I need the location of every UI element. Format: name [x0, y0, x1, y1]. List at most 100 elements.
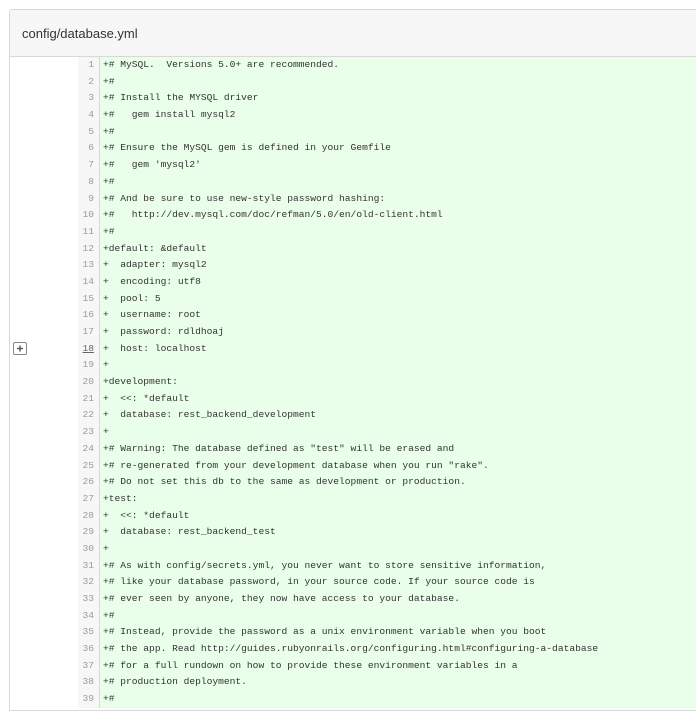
comment-gutter [10, 307, 38, 324]
line-number[interactable]: 6 [78, 140, 99, 158]
line-number[interactable]: 34 [78, 607, 99, 625]
comment-gutter [10, 391, 38, 408]
line-number[interactable]: 1 [78, 57, 99, 74]
comment-gutter [10, 341, 38, 358]
line-number[interactable]: 9 [78, 190, 99, 208]
line-number[interactable]: 14 [78, 273, 99, 291]
old-line-number [38, 658, 78, 675]
line-number[interactable]: 32 [78, 574, 99, 591]
comment-gutter [10, 107, 38, 124]
comment-gutter [10, 558, 38, 575]
line-number[interactable]: 19 [78, 357, 99, 375]
line-number[interactable]: 3 [78, 90, 99, 108]
diff-line: 24 +# Warning: The database defined as "t… [10, 440, 696, 458]
diff-line: 18 + host: localhost [10, 340, 696, 358]
comment-gutter [10, 90, 38, 107]
line-number[interactable]: 4 [78, 107, 99, 124]
comment-gutter [10, 157, 38, 174]
line-number[interactable]: 29 [78, 524, 99, 541]
comment-gutter [10, 407, 38, 424]
line-number[interactable]: 27 [78, 490, 99, 508]
old-line-number [38, 157, 78, 174]
old-line-number [38, 591, 78, 608]
comment-gutter [10, 624, 38, 641]
diff-line: 8 +# [10, 173, 696, 191]
old-line-number [38, 191, 78, 208]
comment-gutter [10, 458, 38, 475]
comment-gutter [10, 374, 38, 391]
old-line-number [38, 541, 78, 558]
code-line: + pool: 5 [99, 290, 696, 308]
line-number[interactable]: 7 [78, 157, 99, 174]
line-number[interactable]: 22 [78, 407, 99, 425]
file-path[interactable]: config/database.yml [22, 26, 138, 41]
diff-line: 20 +development: [10, 374, 696, 391]
code-line: + [99, 424, 696, 441]
diff-line: 15 + pool: 5 [10, 290, 696, 308]
code-line: +# And be sure to use new-style password… [99, 190, 696, 208]
line-number[interactable]: 33 [78, 591, 99, 608]
line-number[interactable]: 21 [78, 390, 99, 408]
line-number[interactable]: 35 [78, 624, 99, 642]
comment-gutter [10, 541, 38, 558]
diff-line: 11 +# [10, 223, 696, 241]
line-number[interactable]: 8 [78, 173, 99, 191]
code-line: +# [99, 173, 696, 191]
diff-line: 28 + <<: *default [10, 507, 696, 525]
code-line: +# the app. Read http://guides.rubyonrai… [99, 641, 696, 658]
comment-gutter [10, 224, 38, 241]
comment-gutter [10, 357, 38, 374]
code-line: +development: [99, 374, 696, 391]
code-line: + adapter: mysql2 [99, 257, 696, 274]
line-number[interactable]: 18 [78, 340, 99, 358]
comment-gutter [10, 574, 38, 591]
line-number[interactable]: 31 [78, 557, 99, 575]
line-number[interactable]: 2 [78, 73, 99, 91]
line-number[interactable]: 11 [78, 223, 99, 241]
line-number[interactable]: 10 [78, 207, 99, 224]
old-line-number [38, 574, 78, 591]
comment-gutter [10, 524, 38, 541]
old-line-number [38, 474, 78, 491]
old-line-number [38, 608, 78, 625]
diff-line: 22 + database: rest_backend_development [10, 407, 696, 425]
line-number[interactable]: 12 [78, 240, 99, 258]
old-line-number [38, 174, 78, 191]
old-line-number [38, 291, 78, 308]
comment-gutter [10, 241, 38, 258]
plus-comment-icon[interactable] [13, 341, 27, 355]
code-line: + host: localhost [99, 340, 696, 358]
code-line: +# gem install mysql2 [99, 107, 696, 124]
line-number[interactable]: 15 [78, 290, 99, 308]
line-number[interactable]: 17 [78, 324, 99, 341]
code-line: +# [99, 73, 696, 91]
code-line: +# As with config/secrets.yml, you never… [99, 557, 696, 575]
line-number[interactable]: 38 [78, 674, 99, 692]
old-line-number [38, 107, 78, 124]
line-number[interactable]: 36 [78, 641, 99, 658]
diff-line: 37 +# for a full rundown on how to provid… [10, 657, 696, 675]
comment-gutter [10, 608, 38, 625]
old-line-number [38, 407, 78, 424]
line-number[interactable]: 23 [78, 424, 99, 441]
code-line: +# gem 'mysql2' [99, 157, 696, 174]
old-line-number [38, 324, 78, 341]
comment-gutter [10, 140, 38, 157]
code-line: + <<: *default [99, 390, 696, 408]
code-line: +# for a full rundown on how to provide … [99, 657, 696, 675]
comment-gutter [10, 257, 38, 274]
line-number[interactable]: 20 [78, 374, 99, 391]
old-line-number [38, 558, 78, 575]
code-line: + password: rdldhoaj [99, 324, 696, 341]
line-number[interactable]: 16 [78, 307, 99, 324]
line-number[interactable]: 30 [78, 540, 99, 558]
line-number[interactable]: 24 [78, 440, 99, 458]
line-number[interactable]: 25 [78, 457, 99, 475]
diff-line: 17 + password: rdldhoaj [10, 324, 696, 341]
line-number[interactable]: 26 [78, 474, 99, 491]
line-number[interactable]: 5 [78, 123, 99, 141]
code-line: +# Instead, provide the password as a un… [99, 624, 696, 642]
line-number[interactable]: 13 [78, 257, 99, 274]
line-number[interactable]: 28 [78, 507, 99, 525]
line-number[interactable]: 37 [78, 657, 99, 675]
